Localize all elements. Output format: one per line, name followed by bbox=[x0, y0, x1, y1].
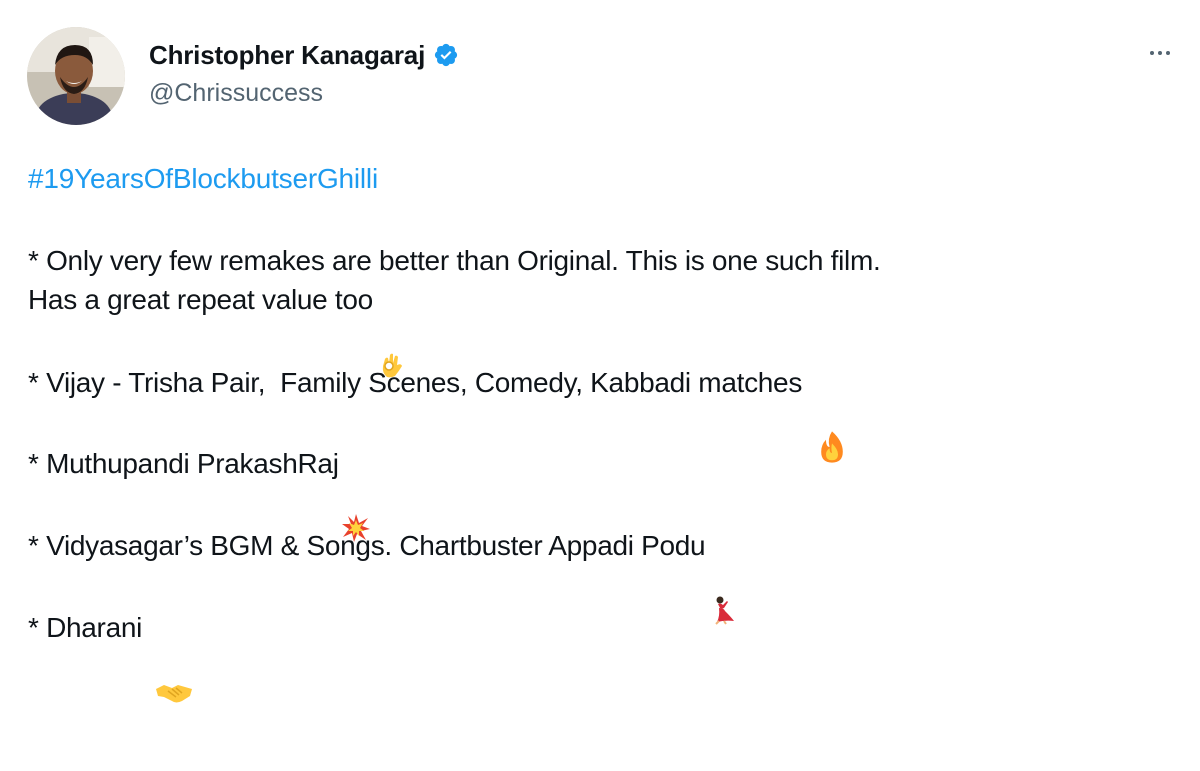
tweet-line-1: * Only very few remakes are better than … bbox=[28, 245, 881, 277]
tweet-line-6: * Dharani bbox=[28, 612, 194, 703]
tweet-line-text: * Vidyasagar’s BGM & Songs. Chartbuster … bbox=[28, 530, 706, 561]
handshake-emoji bbox=[154, 613, 194, 703]
tweet-line-text: * Dharani bbox=[28, 612, 150, 643]
avatar[interactable] bbox=[27, 27, 125, 125]
tweet-line-text: * Only very few remakes are better than … bbox=[28, 245, 881, 276]
author-display-name[interactable]: Christopher Kanagaraj bbox=[149, 40, 425, 71]
avatar-image bbox=[27, 27, 125, 125]
tweet-line-5: * Vidyasagar’s BGM & Songs. Chartbuster … bbox=[28, 530, 737, 625]
author-handle[interactable]: @Chrissuccess bbox=[149, 79, 323, 108]
ok-hand-emoji bbox=[377, 285, 407, 378]
tweet-line-text: Has a great repeat value too bbox=[28, 284, 373, 315]
tweet-line-text: * Vijay - Trisha Pair, Family Scenes, Co… bbox=[28, 367, 810, 398]
fire-emoji bbox=[814, 365, 850, 463]
hashtag-link[interactable]: #19YearsOfBlockbutserGhilli bbox=[28, 163, 378, 195]
tweet-line-4: * Muthupandi PrakashRaj bbox=[28, 448, 371, 542]
author-name-row[interactable]: Christopher Kanagaraj bbox=[149, 38, 459, 72]
tweet-line-text: * Muthupandi PrakashRaj bbox=[28, 448, 339, 479]
collision-emoji bbox=[341, 449, 371, 542]
tweet-card: Christopher Kanagaraj @Chrissuccess #19Y… bbox=[0, 0, 1200, 703]
dancer-emoji bbox=[707, 531, 737, 625]
tweet-line-3: * Vijay - Trisha Pair, Family Scenes, Co… bbox=[28, 365, 850, 463]
tweet-line-2: Has a great repeat value too bbox=[28, 284, 407, 378]
verified-badge-icon bbox=[433, 42, 459, 68]
more-horizontal-icon[interactable] bbox=[1140, 38, 1180, 68]
